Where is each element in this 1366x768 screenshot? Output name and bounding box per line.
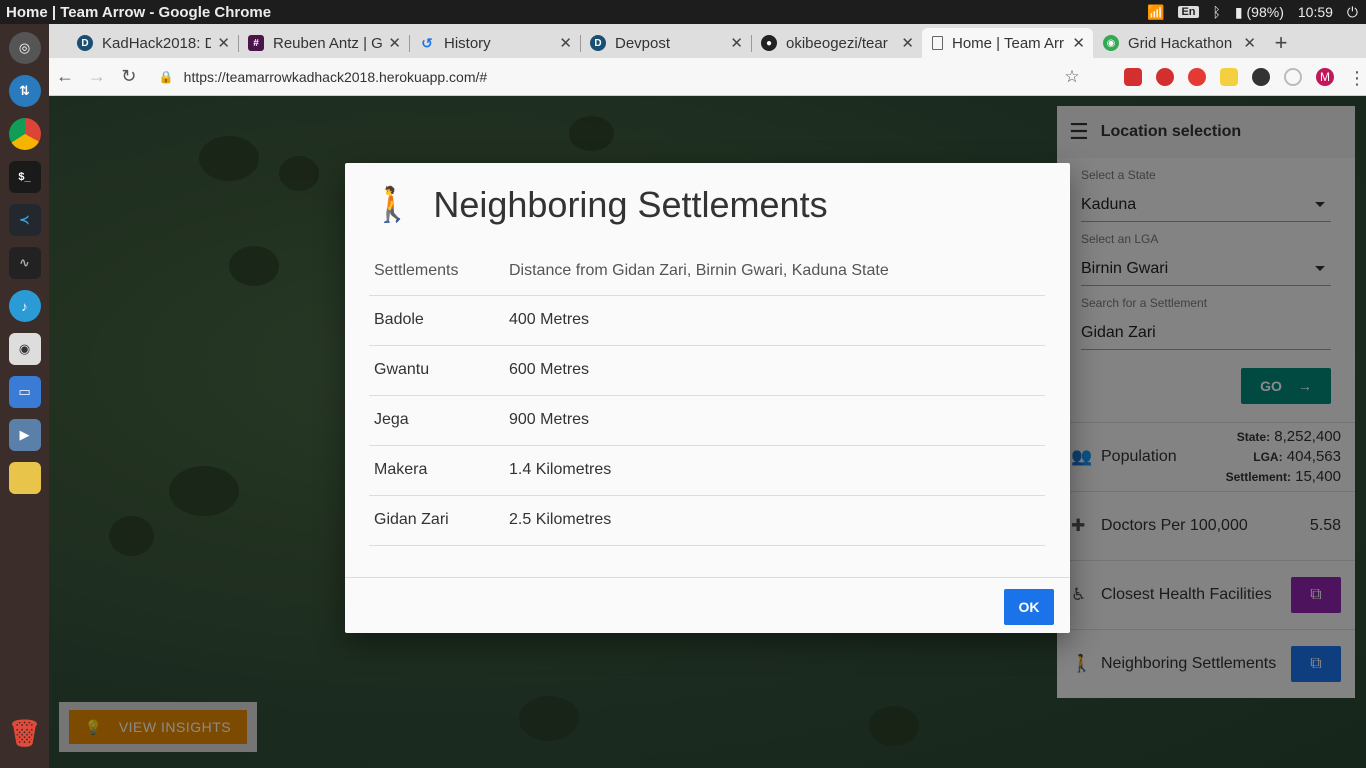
column-header-settlements: Settlements	[369, 247, 504, 296]
browser-tab-strip: D KadHack2018: D ✕ # Reuben Antz | G ✕ ↺ Hist…	[49, 24, 1366, 58]
close-tab-icon[interactable]: ✕	[1243, 34, 1256, 52]
os-top-bar: Home | Team Arrow - Google Chrome 📶 En ᛒ…	[0, 0, 1366, 24]
walking-icon: 🚶	[371, 186, 414, 224]
tab-label: Reuben Antz | G	[273, 34, 383, 52]
menu-dots-icon[interactable]: ⋮	[1348, 68, 1366, 88]
trash-icon[interactable]: 🗑	[8, 717, 41, 749]
settings-app-icon[interactable]: ⇅	[8, 75, 41, 107]
files-app-icon[interactable]: ▭	[8, 376, 41, 408]
tab-label: Home | Team Arr	[952, 34, 1064, 52]
tab-label: Grid Hackathon	[1128, 34, 1233, 52]
system-monitor-icon[interactable]: ∿	[8, 247, 41, 279]
dark-extension-icon[interactable]	[1252, 67, 1270, 86]
ring-extension-icon[interactable]	[1284, 67, 1302, 86]
ubuntu-launcher: ◎ ⇅ $_ ≺ ∿ ♪ ◉ ▭ ▶ 🗑	[0, 24, 49, 768]
tab-label: History	[444, 34, 491, 52]
column-header-distance: Distance from Gidan Zari, Birnin Gwari, …	[504, 247, 1045, 296]
reload-icon[interactable]: ↻	[113, 66, 145, 87]
ok-button[interactable]: OK	[1004, 589, 1054, 625]
browser-tab[interactable]: ● okibeogezi/tear ✕	[751, 28, 922, 58]
devpost-favicon-icon: D	[590, 35, 606, 51]
ubuntu-logo-icon[interactable]: ◎	[8, 32, 41, 64]
power-icon[interactable]: ⏻	[1347, 4, 1358, 21]
opera-extension-icon[interactable]	[1188, 67, 1206, 86]
tab-label: okibeogezi/tear	[786, 34, 888, 52]
table-header-row: Settlements Distance from Gidan Zari, Bi…	[369, 247, 1045, 296]
close-tab-icon[interactable]: ✕	[388, 34, 401, 52]
forward-arrow-icon[interactable]: →	[81, 66, 113, 87]
map-page: ☰ Location selection Select a State Kadun…	[49, 96, 1366, 768]
close-tab-icon[interactable]: ✕	[730, 34, 743, 52]
settlement-name: Gidan Zari	[369, 495, 504, 546]
browser-tab[interactable]: ↺ History ✕	[409, 28, 580, 58]
settlement-distance: 2.5 Kilometres	[504, 495, 1045, 546]
settlement-distance: 900 Metres	[504, 395, 1045, 446]
github-favicon-icon: ●	[761, 35, 777, 51]
settlement-name: Gwantu	[369, 345, 504, 396]
chrome-app-icon[interactable]	[8, 118, 41, 150]
url-text[interactable]: https://teamarrowkadhack2018.herokuapp.c…	[184, 69, 488, 85]
youtube-extension-icon[interactable]	[1124, 67, 1142, 86]
close-tab-icon[interactable]: ✕	[901, 34, 914, 52]
history-favicon-icon: ↺	[421, 34, 433, 51]
settlement-name: Makera	[369, 445, 504, 496]
settlement-distance: 1.4 Kilometres	[504, 445, 1045, 496]
devpost-favicon-icon: D	[77, 35, 93, 51]
sound-app-icon[interactable]: ♪	[8, 290, 41, 322]
dialog-title: Neighboring Settlements	[433, 184, 828, 225]
table-row: Makera 1.4 Kilometres	[369, 445, 1045, 496]
tab-label: KadHack2018: D	[102, 34, 212, 52]
vscode-app-icon[interactable]: ≺	[8, 204, 41, 236]
wifi-icon[interactable]: 📶	[1147, 4, 1164, 21]
tab-label: Devpost	[615, 34, 671, 52]
table-row: Badole 400 Metres	[369, 295, 1045, 346]
browser-tab[interactable]: D Devpost ✕	[580, 28, 751, 58]
dialog-title-row: 🚶 Neighboring Settlements	[345, 163, 1070, 247]
settlements-table: Settlements Distance from Gidan Zari, Bi…	[369, 247, 1045, 546]
address-bar[interactable]: 🔒 https://teamarrowkadhack2018.herokuapp…	[159, 62, 1056, 92]
grid-favicon-icon: ◉	[1103, 35, 1119, 51]
dialog-footer: OK	[345, 577, 1070, 633]
close-tab-icon[interactable]: ✕	[217, 34, 230, 52]
neighboring-settlements-dialog: 🚶 Neighboring Settlements Settlements Di…	[345, 163, 1070, 633]
extensions-bar: M ⋮	[1124, 67, 1366, 88]
system-tray: 📶 En ᛒ ▮ (98%) 10:59 ⏻	[1147, 4, 1366, 21]
lock-icon[interactable]: 🔒	[159, 70, 174, 84]
close-tab-icon[interactable]: ✕	[1072, 34, 1085, 52]
video-app-icon[interactable]: ▶	[8, 419, 41, 451]
browser-tab[interactable]: ◉ Grid Hackathon ✕	[1093, 28, 1264, 58]
close-tab-icon[interactable]: ✕	[559, 34, 572, 52]
settlement-name: Jega	[369, 395, 504, 446]
browser-tab[interactable]: # Reuben Antz | G ✕	[238, 28, 409, 58]
back-arrow-icon[interactable]: ←	[49, 66, 81, 87]
notes-extension-icon[interactable]	[1220, 67, 1238, 86]
bluetooth-icon[interactable]: ᛒ	[1213, 4, 1221, 20]
settlement-name: Badole	[369, 295, 504, 346]
profile-avatar[interactable]: M	[1316, 67, 1334, 86]
new-tab-button[interactable]: +	[1264, 28, 1298, 58]
battery-percent: (98%)	[1246, 3, 1284, 20]
folder-app-icon[interactable]	[8, 462, 41, 494]
table-row: Jega 900 Metres	[369, 395, 1045, 446]
browser-toolbar: ← → ↻ 🔒 https://teamarrowkadhack2018.her…	[49, 58, 1366, 96]
disk-app-icon[interactable]: ◉	[8, 333, 41, 365]
browser-tab[interactable]: D KadHack2018: D ✕	[67, 28, 238, 58]
browser-tab-active[interactable]: Home | Team Arr ✕	[922, 28, 1093, 58]
slack-favicon-icon: #	[248, 35, 264, 51]
battery-indicator[interactable]: ▮ (98%)	[1235, 4, 1284, 21]
table-row: Gidan Zari 2.5 Kilometres	[369, 495, 1045, 546]
window-title: Home | Team Arrow - Google Chrome	[6, 3, 272, 21]
terminal-app-icon[interactable]: $_	[8, 161, 41, 193]
settlement-distance: 600 Metres	[504, 345, 1045, 396]
page-favicon-icon	[932, 36, 943, 50]
bookmark-star-icon[interactable]: ☆	[1056, 67, 1088, 87]
adblock-extension-icon[interactable]	[1156, 67, 1174, 86]
settlement-distance: 400 Metres	[504, 295, 1045, 346]
keyboard-layout-indicator[interactable]: En	[1178, 6, 1199, 18]
table-row: Gwantu 600 Metres	[369, 345, 1045, 396]
clock[interactable]: 10:59	[1298, 4, 1333, 20]
